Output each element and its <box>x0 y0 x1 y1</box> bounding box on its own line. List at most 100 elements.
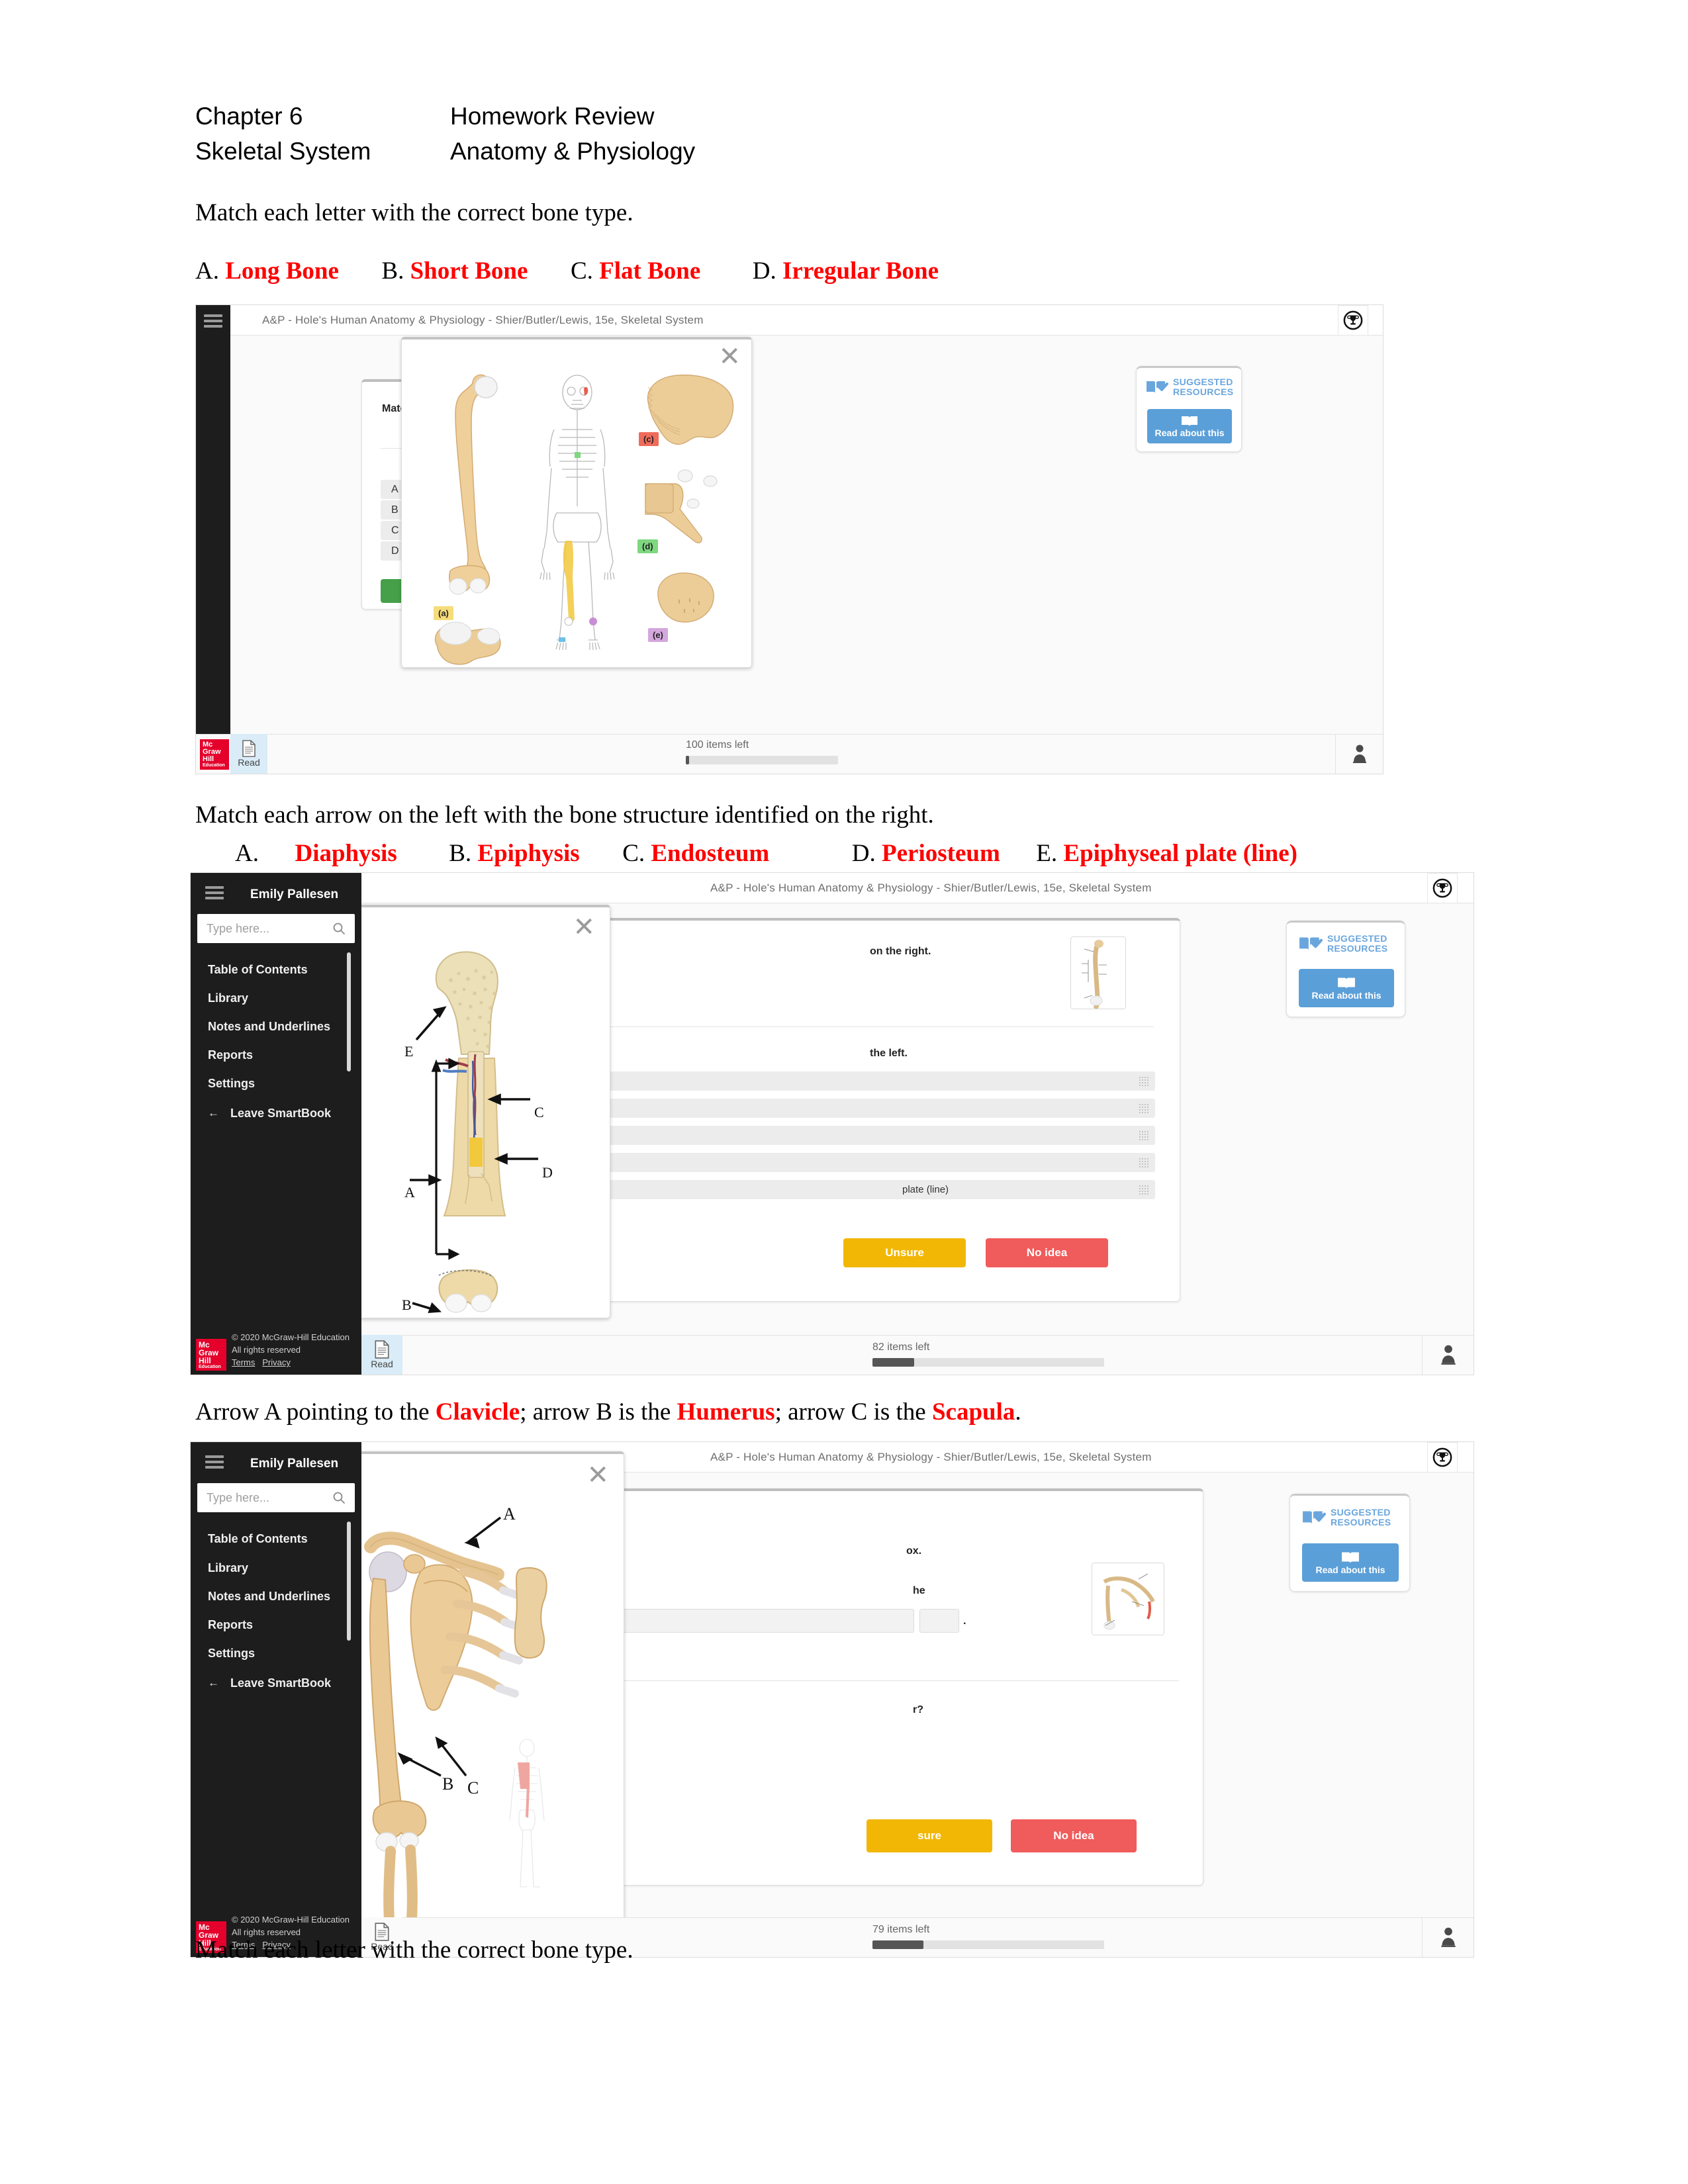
sb2-progress-bar <box>872 1358 1104 1367</box>
sb2-unsure-button[interactable]: Unsure <box>843 1238 966 1267</box>
sb3-suggested-header: SUGGESTED RESOURCES <box>1302 1508 1391 1527</box>
hamburger-icon[interactable] <box>205 1455 224 1469</box>
sb3-answer-input-2[interactable] <box>919 1609 959 1633</box>
header-left-line2: Skeletal System <box>195 137 371 165</box>
sidebar-item-leave-smartbook[interactable]: Leave SmartBook <box>230 1676 331 1690</box>
sb2-thumbnail[interactable] <box>1070 936 1126 1009</box>
document-header: Chapter 6 Homework Review Skeletal Syste… <box>195 99 1453 169</box>
sb3-arrow-label-a: A <box>503 1504 516 1524</box>
trophy-icon[interactable] <box>1338 305 1368 336</box>
sb3-arrow-label-c: C <box>467 1778 479 1797</box>
sb2-copyright: © 2020 McGraw-Hill Education <box>232 1332 350 1343</box>
sb3-unsure-button[interactable]: sure <box>867 1819 992 1852</box>
logo-line-1: Mc <box>199 1922 210 1932</box>
privacy-link[interactable]: Privacy <box>262 1357 291 1367</box>
hamburger-icon[interactable] <box>205 886 224 899</box>
search-icon[interactable] <box>332 1491 346 1504</box>
drag-handle-icon[interactable] <box>1139 1130 1149 1140</box>
search-input[interactable]: Type here... <box>197 914 355 943</box>
terms-link[interactable]: Terms <box>232 1357 255 1367</box>
sb3-no-idea-button[interactable]: No idea <box>1011 1819 1137 1852</box>
sb1-avatar-cell[interactable] <box>1335 734 1383 774</box>
sb3-copyright: © 2020 McGraw-Hill Education <box>232 1915 350 1925</box>
sb3-avatar-cell[interactable] <box>1422 1917 1474 1957</box>
femur-illustration <box>449 374 498 595</box>
sb3-progress-bar <box>872 1940 1104 1949</box>
sidebar-item-leave-smartbook[interactable]: Leave SmartBook <box>230 1107 331 1120</box>
smartbook-screenshot-3[interactable]: A&P - Hole's Human Anatomy & Physiology … <box>190 1441 1474 1958</box>
back-arrow-icon[interactable]: ← <box>208 1107 219 1120</box>
sidebar-item-notes-and-underlines[interactable]: Notes and Underlines <box>208 1590 330 1604</box>
sb2-arrow-label-e: E <box>404 1043 414 1060</box>
answer-letter-b: B. <box>381 257 404 285</box>
sb3-suggested-resources-card[interactable]: SUGGESTED RESOURCES Read about this <box>1289 1494 1410 1592</box>
drag-handle-icon[interactable] <box>1139 1158 1149 1167</box>
sb3-read-about-this-button[interactable]: Read about this <box>1302 1543 1399 1582</box>
smartbook-screenshot-1[interactable]: A&P - Hole's Human Anatomy & Physiology … <box>195 304 1383 774</box>
s3-part-3: ; arrow B is the <box>520 1398 677 1426</box>
sb2-suggested-header: SUGGESTED RESOURCES <box>1299 934 1387 953</box>
round-bone-illustration <box>657 572 714 623</box>
sb2-avatar-cell[interactable] <box>1422 1335 1474 1375</box>
header-right-line2: Anatomy & Physiology <box>450 137 696 165</box>
sb2-no-idea-button[interactable]: No idea <box>986 1238 1108 1267</box>
trophy-icon[interactable] <box>1427 873 1458 903</box>
trophy-icon[interactable] <box>1427 1442 1458 1473</box>
sb1-suggested-header: SUGGESTED RESOURCES <box>1146 377 1233 396</box>
section2-prompt: Match each arrow on the left with the bo… <box>195 801 934 829</box>
back-arrow-icon[interactable]: ← <box>208 1676 219 1690</box>
sb3-nav-drawer[interactable]: Emily Pallesen Type here... Table of Con… <box>191 1442 361 1917</box>
sidebar-item-reports[interactable]: Reports <box>208 1048 253 1062</box>
section3-sentence: Arrow A pointing to the Clavicle; arrow … <box>195 1398 1021 1426</box>
s2-value-epiphysis: Epiphysis <box>477 840 580 867</box>
sb1-left-rail <box>196 305 230 774</box>
sb1-suggested-title-1: SUGGESTED <box>1173 377 1233 387</box>
sb2-image-modal[interactable]: ✕ E C D A B <box>338 905 610 1318</box>
sb2-drawer-scrollbar[interactable] <box>347 952 351 1071</box>
sidebar-item-notes-and-underlines[interactable]: Notes and Underlines <box>208 1020 330 1034</box>
search-input[interactable]: Type here... <box>197 1483 355 1512</box>
close-icon[interactable]: ✕ <box>718 343 741 370</box>
answer-value-flat-bone: Flat Bone <box>599 257 701 285</box>
sb2-course-title: A&P - Hole's Human Anatomy & Physiology … <box>710 882 1152 894</box>
sidebar-item-library[interactable]: Library <box>208 1561 248 1575</box>
trophy-glyph <box>1343 310 1363 330</box>
sb2-suggested-resources-card[interactable]: SUGGESTED RESOURCES Read about this <box>1286 921 1405 1017</box>
sidebar-item-settings[interactable]: Settings <box>208 1647 255 1661</box>
sb1-read-about-this-button[interactable]: Read about this <box>1147 409 1232 443</box>
sidebar-item-library[interactable]: Library <box>208 991 248 1005</box>
s2-letter-c: C. <box>622 840 645 867</box>
sb3-suggested-title-1: SUGGESTED <box>1331 1507 1391 1518</box>
sb3-question-fragment-4: r? <box>913 1704 923 1715</box>
answer-letter-a: A. <box>195 257 219 285</box>
trophy-glyph <box>1432 1447 1452 1467</box>
sb2-nav-drawer[interactable]: Emily Pallesen Type here... Table of Con… <box>191 873 361 1336</box>
sidebar-item-settings[interactable]: Settings <box>208 1077 255 1091</box>
drag-handle-icon[interactable] <box>1139 1103 1149 1113</box>
sb1-read-label: Read <box>238 757 260 768</box>
sb1-image-modal[interactable]: ✕ (a) (b) <box>401 337 752 668</box>
sb2-read-tab[interactable]: Read <box>361 1335 402 1375</box>
logo-line-4: Education <box>199 1364 221 1369</box>
sb3-thumbnail[interactable] <box>1092 1563 1164 1635</box>
avatar-icon <box>1440 1927 1456 1947</box>
sb3-drawer-scrollbar[interactable] <box>347 1522 351 1641</box>
hamburger-icon[interactable] <box>204 314 222 328</box>
sidebar-item-reports[interactable]: Reports <box>208 1618 253 1632</box>
sb3-read-about-label: Read about this <box>1315 1565 1385 1575</box>
sidebar-item-table-of-contents[interactable]: Table of Contents <box>208 963 308 977</box>
s3-clavicle: Clavicle <box>435 1398 520 1426</box>
sidebar-item-table-of-contents[interactable]: Table of Contents <box>208 1532 308 1546</box>
section2-answer-list: A. Diaphysis B. Epiphysis C. Endosteum D… <box>235 839 1297 868</box>
smartbook-screenshot-2[interactable]: A&P - Hole's Human Anatomy & Physiology … <box>190 872 1474 1375</box>
drag-handle-icon[interactable] <box>1139 1185 1149 1195</box>
sb2-read-about-this-button[interactable]: Read about this <box>1299 969 1394 1007</box>
drag-handle-icon[interactable] <box>1139 1076 1149 1086</box>
sb2-suggested-title-1: SUGGESTED <box>1327 933 1387 944</box>
sb3-image-modal[interactable]: ✕ A B C <box>333 1451 624 1924</box>
search-icon[interactable] <box>332 922 346 935</box>
mcgraw-hill-logo: Mc Graw Hill Education <box>196 1339 226 1371</box>
sb1-suggested-resources-card[interactable]: SUGGESTED RESOURCES Read about this <box>1136 366 1242 452</box>
section1-prompt: Match each letter with the correct bone … <box>195 199 633 226</box>
sb1-read-tab[interactable]: Read <box>230 734 267 774</box>
